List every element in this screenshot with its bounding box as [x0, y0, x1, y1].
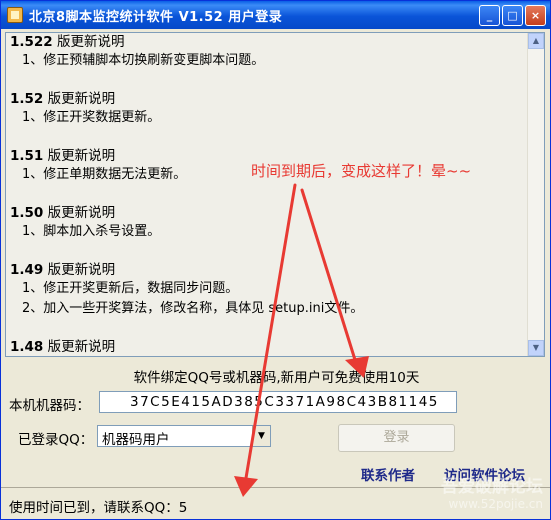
- close-button[interactable]: ×: [525, 5, 546, 26]
- machine-code-label: 本机机器码：: [9, 398, 90, 414]
- qq-select[interactable]: 机器码用户 ▼: [97, 425, 271, 448]
- release-notes-box[interactable]: 1.522 版更新说明 1、修正预辅脚本切换刷新变更脚本问题。 1.52 版更新说明…: [5, 32, 545, 357]
- release-note: 1.48 版更新说明: [10, 338, 525, 356]
- release-note-item: 1、修正预辅脚本切换刷新变更脚本问题。: [22, 53, 265, 68]
- release-note-title: 1.522 版更新说明: [10, 34, 125, 50]
- maximize-button[interactable]: □: [502, 5, 523, 26]
- minimize-button[interactable]: _: [479, 5, 500, 26]
- annotation-text: 时间到期后，变成这样了！晕~~: [251, 162, 472, 180]
- release-note-title: 1.49 版更新说明: [10, 262, 116, 278]
- release-note: 1.49 版更新说明 1、修正开奖更新后，数据同步问题。 2、加入一些开奖算法，修改…: [10, 261, 525, 319]
- release-note-title: 1.48 版更新说明: [10, 339, 116, 355]
- release-note: 1.52 版更新说明 1、修正开奖数据更新。: [10, 90, 525, 128]
- watermark-url: www.52pojie.cn: [448, 497, 543, 511]
- login-window: 北京8脚本监控统计软件 V1.52 用户登录 _ □ × 1.522 版更新说明…: [0, 0, 551, 520]
- login-button[interactable]: 登录: [338, 424, 455, 452]
- chevron-down-icon[interactable]: ▼: [252, 426, 270, 446]
- watermark: 吾爱破解论坛 www.52pojie.cn: [441, 472, 543, 511]
- release-note-item: 1、修正开奖更新后，数据同步问题。: [22, 281, 239, 296]
- qq-label: 已登录QQ：: [18, 432, 94, 448]
- machine-code-field[interactable]: 37C5E415AD385C3371A98C43B81145: [99, 391, 457, 413]
- release-note: 1.50 版更新说明 1、脚本加入杀号设置。: [10, 204, 525, 242]
- title-bar[interactable]: 北京8脚本监控统计软件 V1.52 用户登录 _ □ ×: [1, 1, 550, 29]
- bind-message: 软件绑定QQ号或机器码,新用户可免费使用10天: [133, 370, 420, 386]
- release-notes-content: 1.522 版更新说明 1、修正预辅脚本切换刷新变更脚本问题。 1.52 版更新说明…: [10, 33, 525, 356]
- release-note-title: 1.52 版更新说明: [10, 91, 116, 107]
- status-text: 使用时间已到，请联系QQ：5: [9, 500, 188, 516]
- window-title: 北京8脚本监控统计软件 V1.52 用户登录: [29, 10, 283, 25]
- release-note-item: 2、加入一些开奖算法，修改名称，具体见 setup.ini文件。: [22, 301, 364, 316]
- watermark-title: 吾爱破解论坛: [441, 477, 543, 497]
- scroll-up-icon[interactable]: ▲: [528, 33, 544, 49]
- app-icon: [7, 7, 23, 23]
- release-note-item: 1、修正开奖数据更新。: [22, 110, 161, 125]
- contact-author-link[interactable]: 联系作者: [361, 464, 415, 484]
- release-note-item: 1、脚本加入杀号设置。: [22, 224, 161, 239]
- qq-selected-value: 机器码用户: [102, 432, 170, 448]
- release-note-title: 1.50 版更新说明: [10, 205, 116, 221]
- notes-scrollbar[interactable]: ▲ ▼: [527, 33, 544, 356]
- redaction-mark: [206, 494, 276, 514]
- scroll-down-icon[interactable]: ▼: [528, 340, 544, 356]
- release-note: 1.522 版更新说明 1、修正预辅脚本切换刷新变更脚本问题。: [10, 33, 525, 71]
